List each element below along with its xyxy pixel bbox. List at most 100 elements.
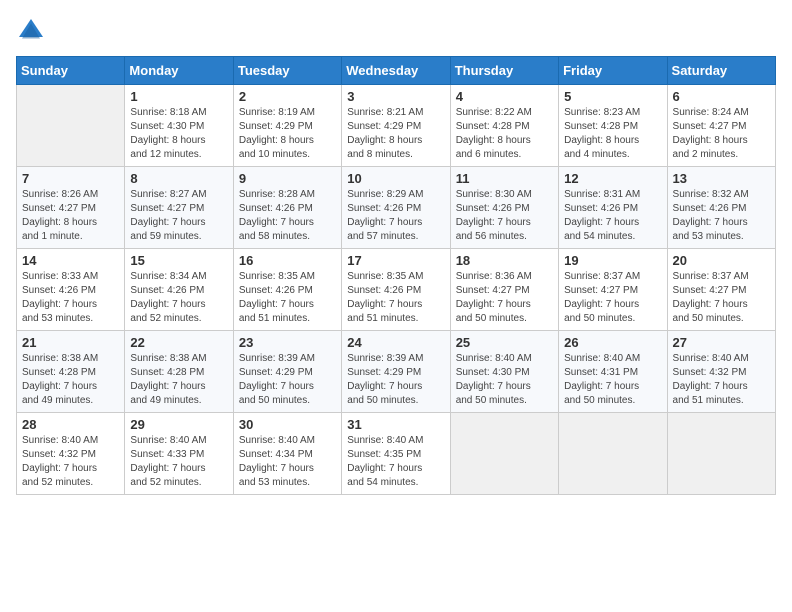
- calendar-cell: 5 Sunrise: 8:23 AM Sunset: 4:28 PM Daylig…: [559, 85, 667, 167]
- day-number: 16: [239, 253, 336, 268]
- calendar-cell: 12 Sunrise: 8:31 AM Sunset: 4:26 PM Dayli…: [559, 167, 667, 249]
- day-number: 30: [239, 417, 336, 432]
- day-info: Sunrise: 8:30 AM Sunset: 4:26 PM Dayligh…: [456, 188, 553, 244]
- day-number: 9: [239, 171, 336, 186]
- col-header-tuesday: Tuesday: [233, 57, 341, 85]
- day-number: 26: [564, 335, 661, 350]
- day-info: Sunrise: 8:38 AM Sunset: 4:28 PM Dayligh…: [22, 352, 119, 408]
- calendar-cell: 9Sunrise: 8:28 AM Sunset: 4:26 PM Daylig…: [233, 167, 341, 249]
- calendar-cell: 28 Sunrise: 8:40 AM Sunset: 4:32 PM Dayli…: [17, 413, 125, 495]
- day-number: 2: [239, 89, 336, 104]
- calendar-cell: [559, 413, 667, 495]
- calendar-cell: 27 Sunrise: 8:40 AM Sunset: 4:32 PM Dayli…: [667, 331, 775, 413]
- day-info: Sunrise: 8:40 AM Sunset: 4:32 PM Dayligh…: [22, 434, 119, 490]
- day-info: Sunrise: 8:37 AM Sunset: 4:27 PM Dayligh…: [564, 270, 661, 326]
- day-number: 25: [456, 335, 553, 350]
- calendar-header-row: SundayMondayTuesdayWednesdayThursdayFrid…: [17, 57, 776, 85]
- day-number: 12: [564, 171, 661, 186]
- day-info: Sunrise: 8:39 AM Sunset: 4:29 PM Dayligh…: [239, 352, 336, 408]
- calendar-cell: 29 Sunrise: 8:40 AM Sunset: 4:33 PM Dayli…: [125, 413, 233, 495]
- day-number: 4: [456, 89, 553, 104]
- day-number: 29: [130, 417, 227, 432]
- day-number: 5: [564, 89, 661, 104]
- calendar-cell: 4 Sunrise: 8:22 AM Sunset: 4:28 PM Daylig…: [450, 85, 558, 167]
- day-info: Sunrise: 8:22 AM Sunset: 4:28 PM Dayligh…: [456, 106, 553, 162]
- day-number: 17: [347, 253, 444, 268]
- calendar-cell: 1 Sunrise: 8:18 AM Sunset: 4:30 PM Daylig…: [125, 85, 233, 167]
- day-number: 10: [347, 171, 444, 186]
- calendar-week-row: 14 Sunrise: 8:33 AM Sunset: 4:26 PM Dayli…: [17, 249, 776, 331]
- day-info: Sunrise: 8:40 AM Sunset: 4:35 PM Dayligh…: [347, 434, 444, 490]
- calendar-cell: 14 Sunrise: 8:33 AM Sunset: 4:26 PM Dayli…: [17, 249, 125, 331]
- calendar-cell: 6Sunrise: 8:24 AM Sunset: 4:27 PM Daylig…: [667, 85, 775, 167]
- day-number: 8: [130, 171, 227, 186]
- day-number: 22: [130, 335, 227, 350]
- calendar-week-row: 28 Sunrise: 8:40 AM Sunset: 4:32 PM Dayli…: [17, 413, 776, 495]
- col-header-saturday: Saturday: [667, 57, 775, 85]
- day-info: Sunrise: 8:35 AM Sunset: 4:26 PM Dayligh…: [239, 270, 336, 326]
- calendar-cell: [17, 85, 125, 167]
- day-info: Sunrise: 8:27 AM Sunset: 4:27 PM Dayligh…: [130, 188, 227, 244]
- day-info: Sunrise: 8:40 AM Sunset: 4:34 PM Dayligh…: [239, 434, 336, 490]
- calendar-cell: 10 Sunrise: 8:29 AM Sunset: 4:26 PM Dayli…: [342, 167, 450, 249]
- day-number: 19: [564, 253, 661, 268]
- day-info: Sunrise: 8:31 AM Sunset: 4:26 PM Dayligh…: [564, 188, 661, 244]
- logo-icon: [16, 16, 46, 46]
- day-info: Sunrise: 8:29 AM Sunset: 4:26 PM Dayligh…: [347, 188, 444, 244]
- day-number: 1: [130, 89, 227, 104]
- day-number: 3: [347, 89, 444, 104]
- calendar-cell: 25 Sunrise: 8:40 AM Sunset: 4:30 PM Dayli…: [450, 331, 558, 413]
- calendar-cell: [667, 413, 775, 495]
- day-info: Sunrise: 8:37 AM Sunset: 4:27 PM Dayligh…: [673, 270, 770, 326]
- day-number: 27: [673, 335, 770, 350]
- calendar-cell: 7 Sunrise: 8:26 AM Sunset: 4:27 PM Daylig…: [17, 167, 125, 249]
- col-header-sunday: Sunday: [17, 57, 125, 85]
- page-header: [16, 16, 776, 46]
- day-info: Sunrise: 8:40 AM Sunset: 4:30 PM Dayligh…: [456, 352, 553, 408]
- day-number: 21: [22, 335, 119, 350]
- day-info: Sunrise: 8:26 AM Sunset: 4:27 PM Dayligh…: [22, 188, 119, 244]
- day-info: Sunrise: 8:35 AM Sunset: 4:26 PM Dayligh…: [347, 270, 444, 326]
- day-info: Sunrise: 8:39 AM Sunset: 4:29 PM Dayligh…: [347, 352, 444, 408]
- day-info: Sunrise: 8:40 AM Sunset: 4:33 PM Dayligh…: [130, 434, 227, 490]
- calendar-cell: 21 Sunrise: 8:38 AM Sunset: 4:28 PM Dayli…: [17, 331, 125, 413]
- day-info: Sunrise: 8:18 AM Sunset: 4:30 PM Dayligh…: [130, 106, 227, 162]
- day-info: Sunrise: 8:38 AM Sunset: 4:28 PM Dayligh…: [130, 352, 227, 408]
- day-number: 7: [22, 171, 119, 186]
- day-info: Sunrise: 8:36 AM Sunset: 4:27 PM Dayligh…: [456, 270, 553, 326]
- calendar-cell: 17 Sunrise: 8:35 AM Sunset: 4:26 PM Dayli…: [342, 249, 450, 331]
- day-number: 20: [673, 253, 770, 268]
- col-header-wednesday: Wednesday: [342, 57, 450, 85]
- day-info: Sunrise: 8:40 AM Sunset: 4:32 PM Dayligh…: [673, 352, 770, 408]
- day-info: Sunrise: 8:33 AM Sunset: 4:26 PM Dayligh…: [22, 270, 119, 326]
- day-number: 28: [22, 417, 119, 432]
- day-number: 15: [130, 253, 227, 268]
- calendar-cell: 11 Sunrise: 8:30 AM Sunset: 4:26 PM Dayli…: [450, 167, 558, 249]
- day-number: 24: [347, 335, 444, 350]
- day-info: Sunrise: 8:34 AM Sunset: 4:26 PM Dayligh…: [130, 270, 227, 326]
- calendar-cell: 24 Sunrise: 8:39 AM Sunset: 4:29 PM Dayli…: [342, 331, 450, 413]
- day-info: Sunrise: 8:23 AM Sunset: 4:28 PM Dayligh…: [564, 106, 661, 162]
- day-number: 31: [347, 417, 444, 432]
- calendar-cell: 16 Sunrise: 8:35 AM Sunset: 4:26 PM Dayli…: [233, 249, 341, 331]
- calendar-week-row: 1 Sunrise: 8:18 AM Sunset: 4:30 PM Daylig…: [17, 85, 776, 167]
- calendar-cell: 8 Sunrise: 8:27 AM Sunset: 4:27 PM Daylig…: [125, 167, 233, 249]
- calendar-cell: 13Sunrise: 8:32 AM Sunset: 4:26 PM Dayli…: [667, 167, 775, 249]
- day-number: 11: [456, 171, 553, 186]
- day-info: Sunrise: 8:19 AM Sunset: 4:29 PM Dayligh…: [239, 106, 336, 162]
- calendar-cell: 30 Sunrise: 8:40 AM Sunset: 4:34 PM Dayli…: [233, 413, 341, 495]
- calendar-cell: 15 Sunrise: 8:34 AM Sunset: 4:26 PM Dayli…: [125, 249, 233, 331]
- calendar-cell: 3Sunrise: 8:21 AM Sunset: 4:29 PM Daylig…: [342, 85, 450, 167]
- logo: [16, 16, 50, 46]
- calendar-cell: 2 Sunrise: 8:19 AM Sunset: 4:29 PM Daylig…: [233, 85, 341, 167]
- day-info: Sunrise: 8:32 AM Sunset: 4:26 PM Dayligh…: [673, 188, 770, 244]
- calendar-cell: [450, 413, 558, 495]
- calendar-cell: 26 Sunrise: 8:40 AM Sunset: 4:31 PM Dayli…: [559, 331, 667, 413]
- calendar-cell: 19 Sunrise: 8:37 AM Sunset: 4:27 PM Dayli…: [559, 249, 667, 331]
- day-info: Sunrise: 8:24 AM Sunset: 4:27 PM Dayligh…: [673, 106, 770, 162]
- day-info: Sunrise: 8:40 AM Sunset: 4:31 PM Dayligh…: [564, 352, 661, 408]
- calendar-cell: 23Sunrise: 8:39 AM Sunset: 4:29 PM Dayli…: [233, 331, 341, 413]
- calendar-week-row: 7 Sunrise: 8:26 AM Sunset: 4:27 PM Daylig…: [17, 167, 776, 249]
- col-header-monday: Monday: [125, 57, 233, 85]
- day-number: 14: [22, 253, 119, 268]
